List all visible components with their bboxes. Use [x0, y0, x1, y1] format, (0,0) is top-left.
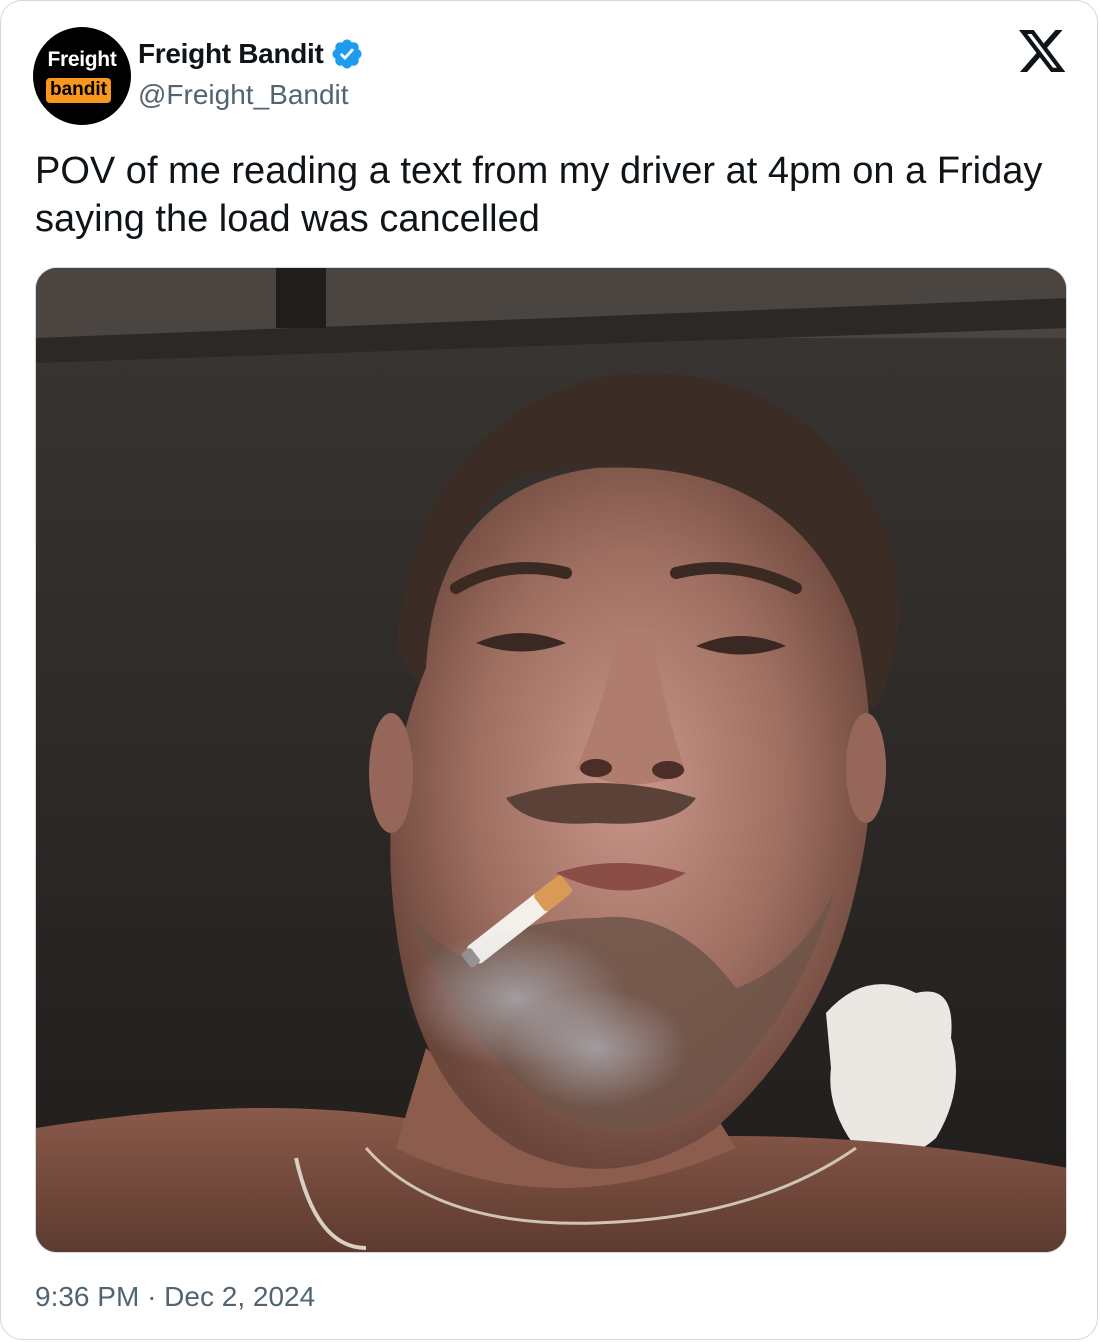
tweet-timestamp[interactable]: 9:36 PM · Dec 2, 2024: [35, 1281, 315, 1313]
display-name[interactable]: Freight Bandit: [138, 38, 324, 70]
x-logo-icon[interactable]: [1019, 30, 1067, 74]
timestamp-separator: ·: [147, 1281, 157, 1312]
tweet-text: POV of me reading a text from my driver …: [35, 150, 1043, 240]
tweet-date: Dec 2, 2024: [164, 1281, 316, 1312]
author-handle[interactable]: @Freight_Bandit: [138, 79, 349, 111]
avatar-logo-text-bottom: bandit: [46, 78, 111, 103]
tweet-card: Freight bandit Freight Bandit @Freight_B…: [0, 0, 1098, 1340]
verified-badge-icon: [330, 37, 364, 71]
tweet-media-photo[interactable]: [35, 267, 1067, 1253]
photo-illustration: [36, 268, 1066, 1252]
avatar[interactable]: Freight bandit: [33, 27, 131, 125]
author-name-row: Freight Bandit: [138, 35, 364, 73]
avatar-logo-text-top: Freight: [47, 48, 117, 71]
tweet-time: 9:36 PM: [35, 1281, 140, 1312]
